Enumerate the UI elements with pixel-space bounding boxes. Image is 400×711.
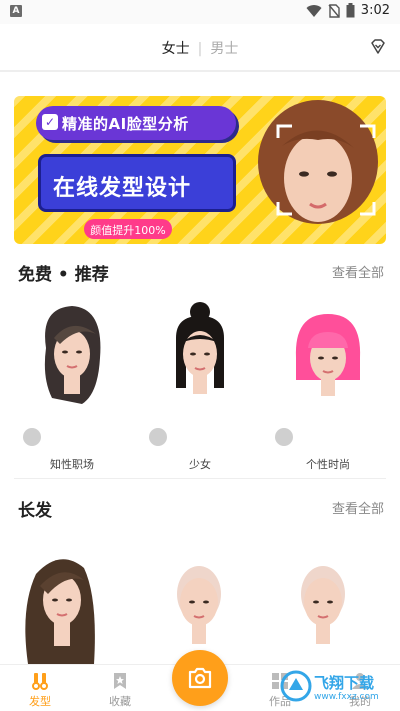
tab-male[interactable]: 男士	[210, 41, 238, 57]
tab-favorites[interactable]: 收藏	[90, 671, 150, 709]
banner-tag-text: 精准的AI脸型分析	[62, 115, 189, 133]
watermark-text: 飞翔下载	[314, 674, 375, 692]
hairstyle-label: 知性职场	[50, 458, 94, 471]
status-bar: A 3:02	[0, 0, 400, 24]
banner-title-box: 在线发型设计	[38, 154, 236, 212]
tab-separator: |	[197, 41, 203, 57]
check-icon: ✓	[42, 114, 58, 130]
camera-icon	[188, 667, 212, 689]
watermark-logo-icon	[280, 670, 312, 702]
banner-title: 在线发型设计	[53, 176, 192, 201]
banner-pill-text: 颜值提升100%	[90, 224, 166, 237]
promo-banner[interactable]: ✓ 精准的AI脸型分析 在线发型设计 颜值提升100%	[14, 96, 386, 244]
tab-female[interactable]: 女士	[162, 41, 190, 57]
wifi-icon	[306, 4, 322, 17]
download-icon[interactable]	[23, 428, 41, 446]
tab-hairstyle-label: 发型	[29, 695, 51, 708]
hairstyle-preview[interactable]	[18, 548, 102, 664]
notification-icon: A	[10, 5, 22, 17]
hairstyle-preview	[295, 314, 361, 396]
top-header: 女士 | 男士	[0, 24, 400, 72]
camera-button[interactable]	[172, 650, 228, 706]
hairstyle-label: 个性时尚	[306, 458, 350, 471]
gender-tabs: 女士 | 男士	[0, 38, 400, 58]
hairstyle-preview[interactable]	[292, 558, 354, 664]
hairstyle-preview	[44, 306, 101, 404]
no-sim-icon	[328, 3, 340, 18]
banner-tag: ✓ 精准的AI脸型分析	[36, 106, 236, 140]
hairstyle-label: 少女	[189, 458, 211, 471]
status-time: 3:02	[360, 3, 390, 18]
status-icons: 3:02	[306, 3, 390, 18]
section-title-long-hair: 长发	[18, 501, 52, 521]
hairstyle-preview	[176, 302, 224, 394]
download-icon[interactable]	[149, 428, 167, 446]
diamond-vip-icon[interactable]	[368, 37, 388, 57]
view-all-long-hair[interactable]: 查看全部	[332, 498, 384, 517]
tab-hairstyle[interactable]: 发型	[10, 671, 70, 709]
download-icon[interactable]	[275, 428, 293, 446]
hairstyle-preview[interactable]	[168, 558, 230, 664]
banner-pill: 颜值提升100%	[84, 219, 172, 239]
watermark: 飞翔下载 www.fxxz.com	[278, 668, 390, 708]
view-all-recommend[interactable]: 查看全部	[332, 262, 384, 281]
section-title-recommend: 免费 • 推荐	[18, 265, 109, 285]
battery-icon	[346, 3, 355, 18]
scissors-icon	[32, 673, 48, 690]
section-divider	[14, 478, 386, 479]
tab-favorites-label: 收藏	[109, 695, 131, 708]
model-portrait	[258, 100, 378, 224]
watermark-url: www.fxxz.com	[314, 692, 379, 702]
bookmark-icon	[114, 673, 126, 689]
